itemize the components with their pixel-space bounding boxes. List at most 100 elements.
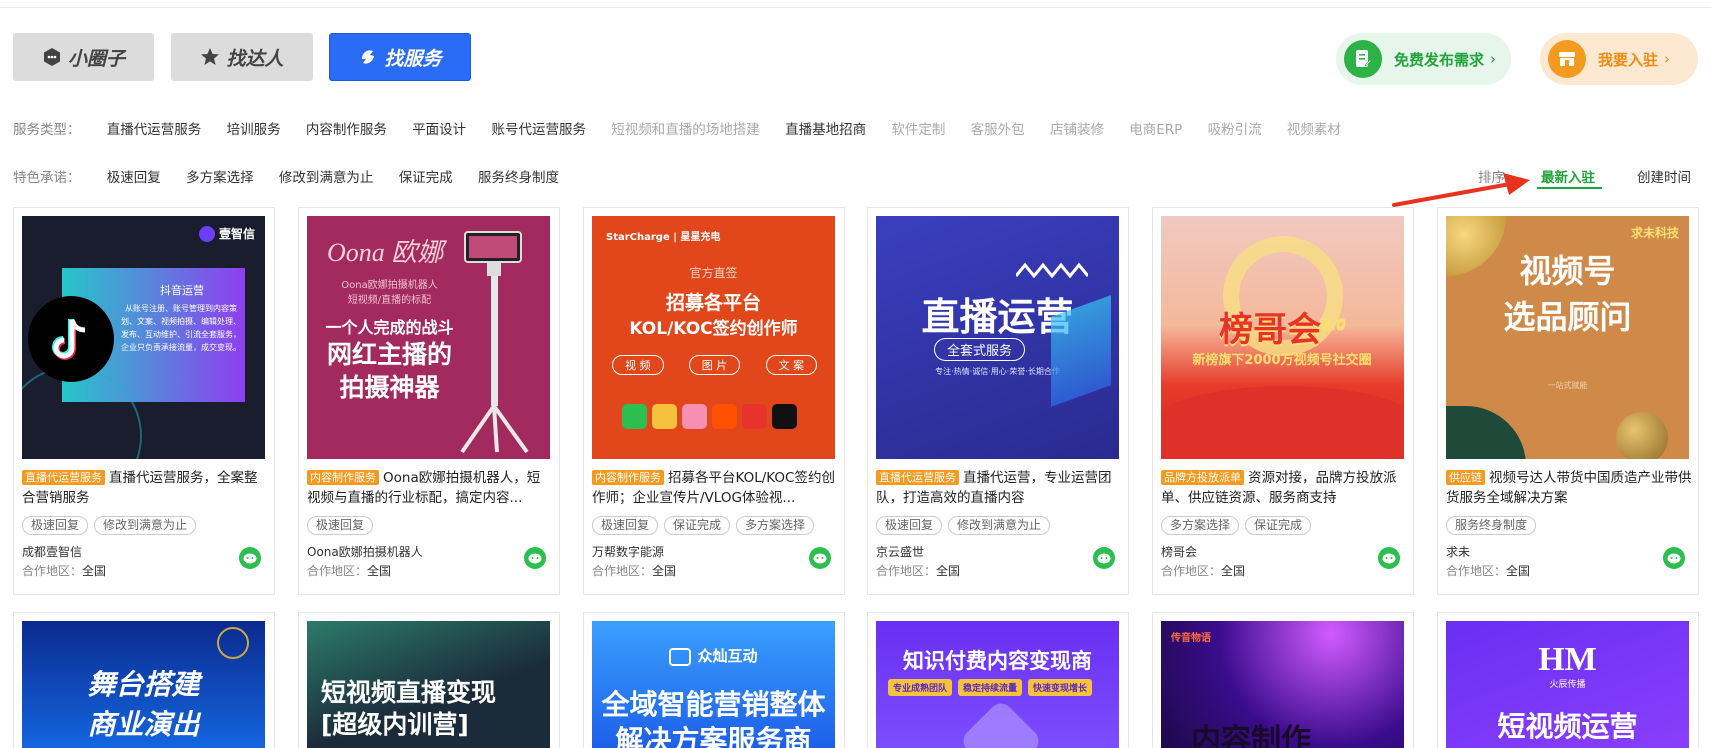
promise-item[interactable]: 极速回复	[107, 166, 161, 186]
category-tag: 直播代运营服务	[876, 470, 959, 485]
service-card[interactable]: 众灿互动 全域智能营销整体 解决方案服务商	[583, 612, 845, 748]
tab-service[interactable]: 找服务	[329, 33, 471, 81]
filter-item[interactable]: 培训服务	[227, 118, 281, 138]
image-line: 全域智能营销整体	[601, 688, 826, 721]
tab-influencer-label: 找达人	[226, 47, 284, 70]
card-title[interactable]: 品牌方投放派单 资源对接，品牌方投放派单、供应链资源、服务商支持	[1161, 468, 1407, 508]
promise-chip: 多方案选择	[1161, 516, 1240, 535]
area-label: 合作地区：	[592, 564, 653, 578]
coop-area: 合作地区：全国	[307, 562, 391, 579]
area-label: 合作地区：	[22, 564, 83, 578]
sort-created-time[interactable]: 创建时间	[1637, 166, 1691, 186]
service-card[interactable]: 短视频直播变现 [超级内训营]	[298, 612, 560, 748]
image-pill: 图 片	[688, 355, 741, 375]
card-image: 直播运营 全套式服务 专注·热情·诚信·用心·荣誉·长期合作	[876, 216, 1119, 459]
chip-list: 多方案选择 保证完成	[1161, 514, 1317, 535]
image-line: 网红主播的	[326, 340, 452, 369]
promise-chip: 服务终身制度	[1446, 516, 1537, 535]
service-type-filter: 服务类型： 直播代运营服务 培训服务 内容制作服务 平面设计 账号代运营服务 短…	[13, 118, 1362, 138]
image-body: 从账号注册、账号管理到内容策划、文案、视频拍摄、编辑处理、发布、互动维护、引流全…	[121, 304, 241, 352]
area-value: 全国	[936, 564, 961, 578]
tiktok-icon	[28, 296, 114, 382]
sort-active-underline	[1537, 187, 1602, 189]
weibo-icon	[652, 404, 677, 429]
filter-item[interactable]: 直播基地招商	[785, 118, 866, 138]
service-card[interactable]: 传音物语 内容制作	[1152, 612, 1414, 748]
area-label: 合作地区：	[1446, 564, 1507, 578]
coop-area: 合作地区：全国	[876, 562, 960, 579]
sort-newest[interactable]: 最新入驻	[1541, 166, 1595, 186]
image-pill: 文 案	[765, 355, 817, 375]
filter-item[interactable]: 短视频和直播的场地搭建	[611, 118, 760, 138]
wechat-icon[interactable]	[809, 547, 831, 569]
filter-item[interactable]: 软件定制	[891, 118, 945, 138]
area-label: 合作地区：	[876, 564, 937, 578]
brand-name: StarCharge | 星星充电	[606, 232, 721, 243]
card-title[interactable]: 直播代运营服务 直播代运营，专业运营团队，打造高效的直播内容	[876, 468, 1122, 508]
chip-list: 服务终身制度	[1446, 514, 1542, 535]
card-image: Oona 欧娜 Oona欧娜拍摄机器人 短视频/直播的标配 一个人完成的战斗 网红…	[307, 216, 550, 459]
filter-item[interactable]: 店铺装修	[1050, 118, 1104, 138]
filter-item[interactable]: 内容制作服务	[306, 118, 387, 138]
promise-chip: 修改到满意为止	[94, 516, 197, 535]
filter-item[interactable]: 平面设计	[412, 118, 466, 138]
promise-chip: 修改到满意为止	[948, 516, 1051, 535]
image-heading: 抖音运营	[160, 284, 204, 297]
service-card[interactable]: StarCharge | 星星充电 官方直签 招募各平台 KOL/KOC签约创作…	[583, 207, 845, 595]
service-card[interactable]: 直播运营 全套式服务 专注·热情·诚信·用心·荣誉·长期合作 直播代运营服务 直播…	[867, 207, 1129, 595]
company-name: 榜哥会	[1161, 545, 1198, 559]
wechat-icon[interactable]	[1093, 547, 1115, 569]
promise-item[interactable]: 多方案选择	[186, 166, 254, 186]
card-title[interactable]: 内容制作服务 招募各平台KOL/KOC签约创作师；企业宣传片/VLOG体验视...	[592, 468, 838, 508]
service-card[interactable]: 知识付费内容变现商 专业成熟团队 稳定持续流量 快速变现增长	[867, 612, 1129, 748]
promise-item[interactable]: 服务终身制度	[478, 166, 559, 186]
wechat-icon[interactable]	[239, 547, 261, 569]
image-pill: 专业成熟团队	[888, 679, 953, 696]
gold-ball-decoration	[1616, 412, 1668, 459]
join-label: 我要入驻	[1598, 50, 1659, 69]
service-card[interactable]: 舞台搭建 商业演出	[13, 612, 275, 748]
company-name: Oona欧娜拍摄机器人	[307, 545, 423, 559]
bilibili-icon	[682, 404, 707, 429]
publish-demand-button[interactable]: 免费发布需求 ›	[1336, 33, 1511, 85]
image-line: [超级内训营]	[321, 710, 469, 739]
filter-item[interactable]: 电商ERP	[1129, 118, 1182, 138]
wechat-icon[interactable]	[1378, 547, 1400, 569]
tab-circle-label: 小圈子	[67, 47, 125, 70]
image-line: 舞台搭建	[87, 668, 200, 701]
filter-item[interactable]: 吸粉引流	[1208, 118, 1262, 138]
service-card[interactable]: 榜哥会2.0 新榜旗下2000万视频号社交圈 品牌方投放派单 资源对接，品牌方投放…	[1152, 207, 1414, 595]
filter-item[interactable]: 视频素材	[1287, 118, 1341, 138]
tab-circle[interactable]: 小圈子	[13, 33, 154, 81]
image-line: 一个人完成的战斗	[325, 318, 454, 337]
top-divider	[0, 7, 1711, 8]
service-card[interactable]: 壹智信 抖音运营 从账号注册、账号管理到内容策划、文案、视频拍摄、编辑处理、发布…	[13, 207, 275, 595]
card-image: 众灿互动 全域智能营销整体 解决方案服务商	[592, 621, 835, 748]
service-card[interactable]: HM 火辰传播 短视频运营	[1437, 612, 1699, 748]
service-card[interactable]: Oona 欧娜 Oona欧娜拍摄机器人 短视频/直播的标配 一个人完成的战斗 网红…	[298, 207, 560, 595]
wechat-icon[interactable]	[524, 547, 546, 569]
card-title[interactable]: 供应链 视频号达人带货中国质造产业带供货服务全域解决方案	[1446, 468, 1692, 508]
card-image: HM 火辰传播 短视频运营	[1446, 621, 1689, 748]
card-title[interactable]: 直播代运营服务 直播代运营服务，全案整合营销服务	[22, 468, 268, 508]
image-sub: 一站式赋能	[1547, 381, 1588, 390]
card-title[interactable]: 内容制作服务 Oona欧娜拍摄机器人，短视频与直播的行业标配，搞定内容...	[307, 468, 553, 508]
filter-item[interactable]: 账号代运营服务	[491, 118, 586, 138]
promise-item[interactable]: 保证完成	[399, 166, 453, 186]
card-image: 壹智信 抖音运营 从账号注册、账号管理到内容策划、文案、视频拍摄、编辑处理、发布…	[22, 216, 265, 459]
star-icon	[200, 47, 220, 67]
chevron-right-icon: ›	[1490, 50, 1497, 68]
join-button[interactable]: 我要入驻 ›	[1540, 33, 1698, 85]
brand-name: 火辰传播	[1549, 680, 1586, 690]
service-card[interactable]: 求未科技 视频号 选品顾问 一站式赋能 供应链 视频号达人带货中国质造产业带供货服务…	[1437, 207, 1699, 595]
wechat-icon[interactable]	[1663, 547, 1685, 569]
promise-item[interactable]: 修改到满意为止	[279, 166, 374, 186]
taobao-icon	[712, 404, 737, 429]
tab-influencer[interactable]: 找达人	[171, 33, 313, 81]
card-image: 榜哥会2.0 新榜旗下2000万视频号社交圈	[1161, 216, 1404, 459]
image-sub: Oona欧娜拍摄机器人	[341, 280, 438, 291]
coop-area: 合作地区：全国	[592, 562, 676, 579]
logo-icon	[217, 627, 249, 659]
filter-item[interactable]: 客服外包	[971, 118, 1025, 138]
filter-item[interactable]: 直播代运营服务	[107, 118, 202, 138]
